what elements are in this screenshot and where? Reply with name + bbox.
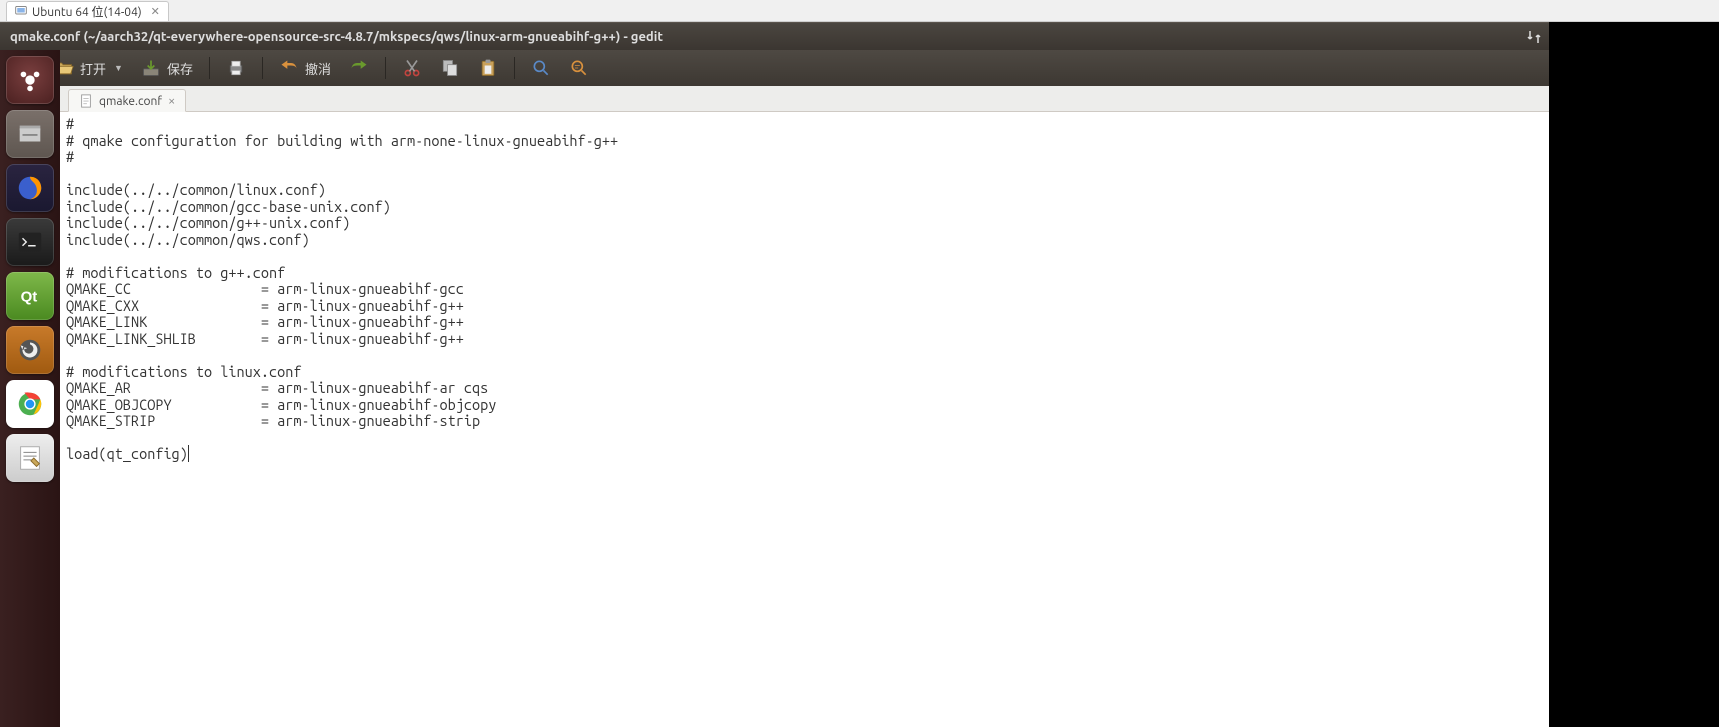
separator [514, 57, 515, 79]
document-tab-label: qmake.conf [99, 95, 162, 108]
svg-text:Qt: Qt [21, 289, 38, 306]
chevron-down-icon[interactable]: ▼ [114, 63, 123, 73]
find-replace-button[interactable] [563, 54, 595, 82]
close-icon[interactable]: × [168, 94, 175, 108]
launcher-terminal[interactable] [6, 218, 54, 266]
cut-button[interactable] [396, 54, 428, 82]
launcher-dash[interactable] [6, 56, 54, 104]
launcher-chrome[interactable] [6, 380, 54, 428]
save-button[interactable]: 保存 [135, 54, 199, 82]
find-button[interactable] [525, 54, 557, 82]
gedit-toolbar: 打开 ▼ 保存 撤消 [0, 50, 1719, 86]
document-tabbar: qmake.conf × [60, 86, 1719, 112]
host-black-area [1549, 22, 1719, 727]
copy-button[interactable] [434, 54, 466, 82]
host-tabbar-overflow [1549, 0, 1719, 22]
unity-launcher: Qt [0, 50, 60, 727]
host-tab-label: Ubuntu 64 位(14-04) [32, 3, 142, 20]
print-button[interactable] [220, 54, 252, 82]
open-button[interactable]: 打开 ▼ [48, 54, 129, 82]
separator [209, 57, 210, 79]
launcher-gedit[interactable] [6, 434, 54, 482]
network-icon[interactable] [1526, 29, 1542, 45]
separator [262, 57, 263, 79]
separator [385, 57, 386, 79]
launcher-files[interactable] [6, 110, 54, 158]
close-icon[interactable]: ✕ [151, 5, 160, 18]
host-tab-ubuntu[interactable]: Ubuntu 64 位(14-04) ✕ [6, 1, 169, 21]
window-titlebar: qmake.conf (~/aarch32/qt-everywhere-open… [0, 22, 1719, 50]
vm-icon [15, 5, 27, 17]
undo-label: 撤消 [305, 59, 331, 78]
host-tabbar: Ubuntu 64 位(14-04) ✕ [0, 0, 1719, 22]
launcher-qt[interactable]: Qt [6, 272, 54, 320]
save-label: 保存 [167, 59, 193, 78]
window-title: qmake.conf (~/aarch32/qt-everywhere-open… [10, 30, 663, 44]
launcher-firefox[interactable] [6, 164, 54, 212]
paste-button[interactable] [472, 54, 504, 82]
document-tab-qmake[interactable]: qmake.conf × [68, 89, 186, 112]
undo-button[interactable]: 撤消 [273, 54, 337, 82]
editor-textarea[interactable]: # # qmake configuration for building wit… [60, 112, 1719, 727]
file-icon [79, 94, 93, 108]
launcher-updater[interactable] [6, 326, 54, 374]
redo-button[interactable] [343, 54, 375, 82]
open-label: 打开 [80, 59, 106, 78]
